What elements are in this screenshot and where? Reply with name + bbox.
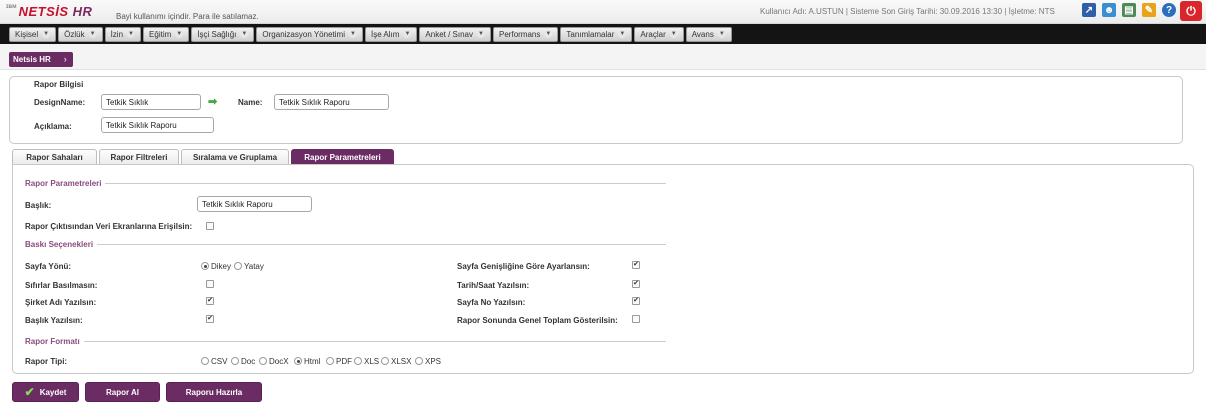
sayfa-genisligi-checkbox[interactable]: ✔ [632,261,640,269]
user-settings-icon[interactable]: ✎ [1142,3,1156,17]
xls-radio[interactable] [354,357,362,365]
menu-ise-alim[interactable]: İşe Alım ▼ [364,26,418,42]
menu-egitim[interactable]: Eğitim ▼ [143,26,190,42]
document-icon[interactable]: ▤ [1122,3,1136,17]
check-icon: ✔ [24,385,35,399]
rapor-al-button[interactable]: Rapor Al [85,382,160,402]
chevron-down-icon: ▼ [348,30,357,38]
netsis-hr-logo: ɪʙᴍ NETSİS HR [6,4,93,19]
design-name-label: DesignName: [34,98,86,107]
help-icon[interactable]: ? [1162,3,1176,17]
sirket-adi-checkbox[interactable]: ✔ [206,297,214,305]
name-label: Name: [238,98,263,107]
tab-rapor-parametreleri[interactable]: Rapor Parametreleri [291,149,394,164]
chevron-right-icon: › [63,54,67,64]
baslik-yazilsin-label: Başlık Yazılsın: [25,316,83,325]
dikey-label: Dikey [211,262,232,271]
chevron-down-icon: ▼ [88,30,97,38]
menu-avans[interactable]: Avans ▼ [685,26,732,42]
pdf-label: PDF [336,357,352,366]
chevron-down-icon: ▼ [669,30,678,38]
chevron-down-icon: ▼ [240,30,249,38]
users-icon[interactable]: ☻ [1102,3,1116,17]
chevron-down-icon: ▼ [544,30,553,38]
menu-araclar[interactable]: Araçlar ▼ [634,26,684,42]
chevron-down-icon: ▼ [127,30,136,38]
baslik-label: Başlık: [25,201,52,210]
kaydet-button[interactable]: ✔ Kaydet [12,382,79,402]
chevron-down-icon: ▼ [717,30,726,38]
main-menu: Kişisel ▼ Özlük ▼ İzin ▼ Eğitim ▼ İşçi Sağlı… [0,24,1206,44]
chevron-down-icon: ▼ [42,30,51,38]
html-radio[interactable] [294,357,302,365]
sayfa-no-checkbox[interactable]: ✔ [632,297,640,305]
genel-toplam-label: Rapor Sonunda Genel Toplam Gösterilsin: [457,316,618,325]
sayfa-yonu-label: Sayfa Yönü: [25,262,72,271]
breadcrumb[interactable]: Netsis HR › [9,52,73,67]
baslik-yazilsin-checkbox[interactable]: ✔ [206,315,214,323]
html-label: Html [304,357,321,366]
menu-performans[interactable]: Performans ▼ [493,26,559,42]
marquee-text: Bayi kullanımı içindir. Para ile satılam… [116,12,259,21]
xps-radio[interactable] [415,357,423,365]
rapor-formati-section: Rapor Formatı [25,335,666,347]
sifirlar-label: Sıfırlar Basılmasın: [25,281,98,290]
chevron-down-icon: ▼ [403,30,412,38]
go-arrow-icon[interactable]: ➡ [208,95,217,108]
rapor-tipi-label: Rapor Tipi: [25,357,68,366]
tab-rapor-filtreleri[interactable]: Rapor Filtreleri [99,149,179,164]
rapor-bilgisi-panel [9,76,1183,144]
baslik-field[interactable] [197,196,312,212]
chevron-down-icon: ▼ [477,30,486,38]
tarih-saat-label: Tarih/Saat Yazılsın: [457,281,530,290]
menu-izin[interactable]: İzin ▼ [104,26,142,42]
top-header: ɪʙᴍ NETSİS HR Bayi kullanımı içindir. Par… [0,0,1206,24]
docx-radio[interactable] [259,357,267,365]
aciklama-field[interactable] [101,117,214,133]
tarih-saat-checkbox[interactable]: ✔ [632,280,640,288]
external-link-icon[interactable]: ↗ [1082,3,1096,17]
user-info: Kullanıcı Adı: A.USTUN | Sisteme Son Gir… [760,7,1055,16]
genel-toplam-checkbox[interactable] [632,315,640,323]
yatay-radio[interactable] [234,262,242,270]
xls-label: XLS [364,357,380,366]
baski-secenekleri-section: Baskı Seçenekleri [25,238,666,250]
yatay-label: Yatay [244,262,264,271]
aciklama-label: Açıklama: [34,122,72,131]
menu-organizasyon[interactable]: Organizasyon Yönetimi ▼ [256,26,363,42]
name-field[interactable] [274,94,389,110]
csv-radio[interactable] [201,357,209,365]
doc-label: Doc [241,357,256,366]
sayfa-genisligi-label: Sayfa Genişliğine Göre Ayarlansın: [457,262,590,271]
xlsx-label: XLSX [391,357,412,366]
veri-erisim-label: Rapor Çıktısından Veri Ekranlarına Erişi… [25,222,193,231]
rapor-bilgisi-title: Rapor Bilgisi [34,80,84,89]
breadcrumb-bar: Netsis HR › [0,44,1206,70]
tab-rapor-sahalari[interactable]: Rapor Sahaları [12,149,97,164]
dikey-radio[interactable] [201,262,209,270]
sifirlar-checkbox[interactable] [206,280,214,288]
tab-siralama-gruplama[interactable]: Sıralama ve Gruplama [181,149,289,164]
xlsx-radio[interactable] [381,357,389,365]
veri-erisim-checkbox[interactable] [206,222,214,230]
menu-tanimlamalar[interactable]: Tanımlamalar ▼ [560,26,633,42]
sayfa-no-label: Sayfa No Yazılsın: [457,298,526,307]
chevron-down-icon: ▼ [618,30,627,38]
logout-button[interactable]: ⏻ [1180,1,1202,21]
doc-radio[interactable] [231,357,239,365]
pdf-radio[interactable] [326,357,334,365]
menu-anket-sinav[interactable]: Anket / Sınav ▼ [419,26,492,42]
docx-label: DocX [269,357,289,366]
menu-isci-sagligi[interactable]: İşçi Sağlığı ▼ [191,26,255,42]
raporu-hazirla-button[interactable]: Raporu Hazırla [166,382,262,402]
xps-label: XPS [425,357,442,366]
design-name-field[interactable] [101,94,201,110]
sirket-adi-label: Şirket Adı Yazılsın: [25,298,97,307]
menu-ozluk[interactable]: Özlük ▼ [58,26,103,42]
rapor-parametreleri-section: Rapor Parametreleri [25,177,666,189]
menu-kisisel[interactable]: Kişisel ▼ [9,26,57,42]
csv-label: CSV [211,357,228,366]
chevron-down-icon: ▼ [175,30,184,38]
